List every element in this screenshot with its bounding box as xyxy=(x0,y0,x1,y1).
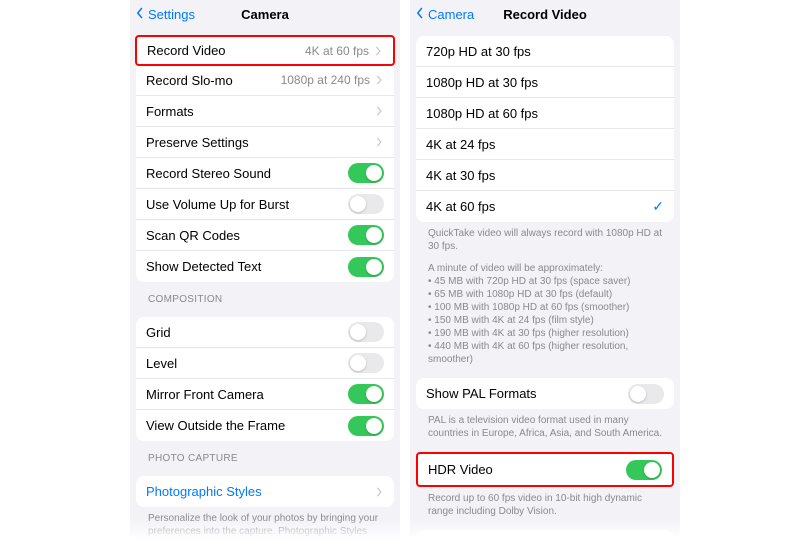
pal-footer: PAL is a television video format used in… xyxy=(416,409,674,444)
row-label: Mirror Front Camera xyxy=(146,387,264,402)
chevron-right-icon xyxy=(374,75,384,85)
toggle-switch[interactable] xyxy=(348,194,384,214)
row-label: Record Stereo Sound xyxy=(146,166,271,181)
chevron-right-icon xyxy=(374,137,384,147)
option-label: 4K at 30 fps xyxy=(426,168,495,183)
page-title: Record Video xyxy=(503,7,587,22)
resolution-option[interactable]: 1080p HD at 60 fps xyxy=(416,98,674,129)
nav-header: Settings Camera xyxy=(130,0,400,28)
toggle-switch[interactable] xyxy=(348,322,384,342)
hdr-label: HDR Video xyxy=(428,462,493,477)
photo-capture-group: Photographic Styles xyxy=(136,476,394,507)
chevron-right-icon xyxy=(373,46,383,56)
composition-header: COMPOSITION xyxy=(136,282,394,309)
camera-setting-row[interactable]: Show Detected Text xyxy=(136,251,394,282)
back-label: Settings xyxy=(148,7,195,22)
camera-setting-row[interactable]: Formats xyxy=(136,96,394,127)
video-resolution-group: 720p HD at 30 fps 1080p HD at 30 fps 1080p… xyxy=(416,36,674,222)
chevron-left-icon xyxy=(134,7,146,22)
toggle-switch[interactable] xyxy=(628,384,664,404)
camera-main-group: Record Video 4K at 60 fps Record Slo-mo 108… xyxy=(136,35,394,282)
composition-setting-row[interactable]: Level xyxy=(136,348,394,379)
row-label: Grid xyxy=(146,325,171,340)
composition-group: Grid Level Mirror Front Camera View Outside… xyxy=(136,317,394,441)
camera-setting-row[interactable]: Scan QR Codes xyxy=(136,220,394,251)
option-label: 4K at 60 fps xyxy=(426,199,495,214)
row-value: 1080p at 240 fps xyxy=(281,73,370,87)
camera-setting-row[interactable]: Preserve Settings xyxy=(136,127,394,158)
photo-capture-header: PHOTO CAPTURE xyxy=(136,441,394,468)
auto-fps-group: Auto FPS Auto 30 fps xyxy=(416,530,674,540)
camera-setting-row[interactable]: Use Volume Up for Burst xyxy=(136,189,394,220)
resolution-option[interactable]: 720p HD at 30 fps xyxy=(416,36,674,67)
photo-capture-footer: Personalize the look of your photos by b… xyxy=(136,507,394,540)
checkmark-icon: ✓ xyxy=(652,198,664,215)
back-button[interactable]: Settings xyxy=(134,7,195,22)
toggle-switch[interactable] xyxy=(348,163,384,183)
pal-label: Show PAL Formats xyxy=(426,386,537,401)
chevron-left-icon xyxy=(414,7,426,22)
toggle-switch[interactable] xyxy=(348,353,384,373)
page-title: Camera xyxy=(241,7,289,22)
resolution-option[interactable]: 4K at 24 fps xyxy=(416,129,674,160)
hdr-group: HDR Video xyxy=(416,452,674,487)
row-label: Level xyxy=(146,356,177,371)
row-label: Record Slo-mo xyxy=(146,73,233,88)
camera-setting-row[interactable]: Record Stereo Sound xyxy=(136,158,394,189)
quicktake-note: QuickTake video will always record with … xyxy=(416,222,674,257)
row-label: Record Video xyxy=(147,43,226,58)
toggle-switch[interactable] xyxy=(348,416,384,436)
resolution-option[interactable]: 4K at 30 fps xyxy=(416,160,674,191)
back-button[interactable]: Camera xyxy=(414,7,474,22)
row-label: View Outside the Frame xyxy=(146,418,285,433)
composition-setting-row[interactable]: View Outside the Frame xyxy=(136,410,394,441)
camera-setting-row[interactable]: Record Video 4K at 60 fps xyxy=(135,35,395,66)
photographic-styles-row[interactable]: Photographic Styles xyxy=(136,476,394,507)
hdr-video-row[interactable]: HDR Video xyxy=(418,454,672,485)
auto-fps-row[interactable]: Auto FPS Auto 30 fps xyxy=(416,530,674,540)
camera-setting-row[interactable]: Record Slo-mo 1080p at 240 fps xyxy=(136,65,394,96)
hdr-footer: Record up to 60 fps video in 10-bit high… xyxy=(416,487,674,522)
camera-settings-pane: Settings Camera Record Video 4K at 60 fps… xyxy=(130,0,400,540)
toggle-switch[interactable] xyxy=(348,225,384,245)
toggle-switch[interactable] xyxy=(348,257,384,277)
chevron-right-icon xyxy=(374,106,384,116)
composition-setting-row[interactable]: Mirror Front Camera xyxy=(136,379,394,410)
nav-header: Camera Record Video xyxy=(410,0,680,28)
show-pal-formats-row[interactable]: Show PAL Formats xyxy=(416,378,674,409)
composition-setting-row[interactable]: Grid xyxy=(136,317,394,348)
option-label: 4K at 24 fps xyxy=(426,137,495,152)
photographic-styles-label: Photographic Styles xyxy=(146,484,262,499)
pal-group: Show PAL Formats xyxy=(416,378,674,409)
resolution-option[interactable]: 4K at 60 fps ✓ xyxy=(416,191,674,222)
option-label: 1080p HD at 60 fps xyxy=(426,106,538,121)
row-value: 4K at 60 fps xyxy=(305,44,369,58)
record-video-pane: Camera Record Video 720p HD at 30 fps 108… xyxy=(410,0,680,540)
toggle-switch[interactable] xyxy=(348,384,384,404)
chevron-right-icon xyxy=(374,487,384,497)
option-label: 1080p HD at 30 fps xyxy=(426,75,538,90)
row-label: Show Detected Text xyxy=(146,259,261,274)
resolution-option[interactable]: 1080p HD at 30 fps xyxy=(416,67,674,98)
row-label: Preserve Settings xyxy=(146,135,249,150)
toggle-switch[interactable] xyxy=(626,460,662,480)
back-label: Camera xyxy=(428,7,474,22)
size-estimate-note: A minute of video will be approximately:… xyxy=(416,257,674,370)
row-label: Scan QR Codes xyxy=(146,228,240,243)
option-label: 720p HD at 30 fps xyxy=(426,44,531,59)
row-label: Formats xyxy=(146,104,194,119)
row-label: Use Volume Up for Burst xyxy=(146,197,289,212)
